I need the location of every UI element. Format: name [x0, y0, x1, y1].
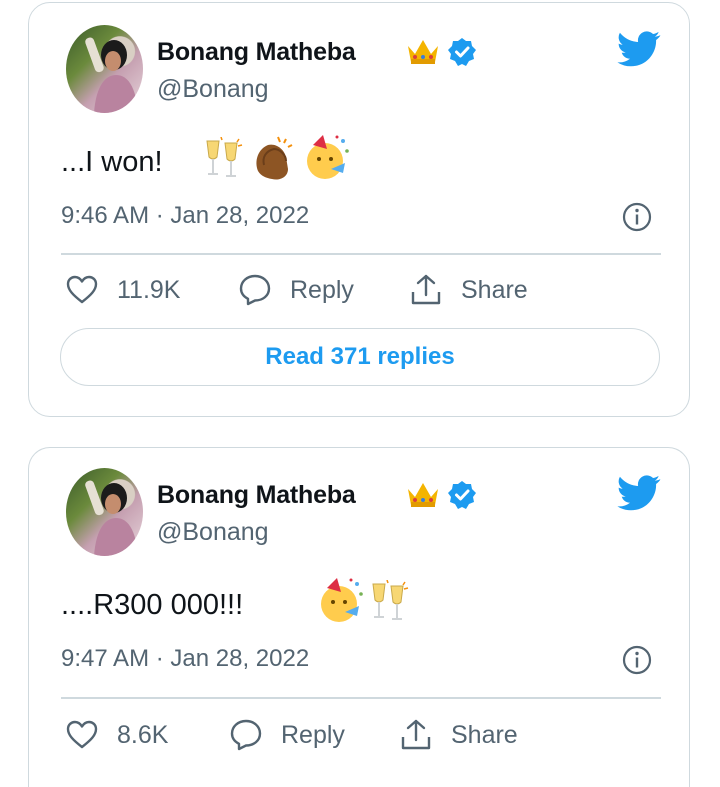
like-count: 11.9K: [117, 275, 181, 304]
twitter-bird-icon[interactable]: [617, 475, 661, 511]
user-handle[interactable]: @Bonang: [157, 518, 269, 547]
reply-label: Reply: [281, 720, 345, 749]
tweet-text: ...I won!: [61, 146, 163, 178]
display-name[interactable]: Bonang Matheba: [157, 38, 356, 67]
divider: [61, 253, 661, 255]
share-label: Share: [451, 720, 518, 749]
display-name[interactable]: Bonang Matheba: [157, 481, 356, 510]
avatar[interactable]: [66, 25, 143, 113]
verified-badge-icon: [448, 38, 476, 66]
like-count: 8.6K: [117, 720, 169, 749]
info-icon[interactable]: [622, 202, 652, 232]
clapping-hands-icon: [256, 136, 293, 180]
party-face-icon: [321, 578, 363, 622]
tweet-text: ....R300 000!!!: [61, 589, 244, 621]
divider: [61, 697, 661, 699]
user-handle[interactable]: @Bonang: [157, 75, 269, 104]
reply-bubble-icon: [239, 274, 271, 306]
heart-icon: [66, 720, 98, 749]
tweet-timestamp[interactable]: 9:46 AM · Jan 28, 2022: [61, 202, 309, 230]
like-button[interactable]: 8.6K: [65, 718, 168, 752]
tweet-timestamp[interactable]: 9:47 AM · Jan 28, 2022: [61, 645, 309, 673]
crown-emoji-icon: [408, 483, 438, 507]
reply-button[interactable]: Reply: [229, 718, 345, 752]
clinking-glasses-icon: [372, 580, 409, 620]
twitter-bird-icon[interactable]: [617, 31, 661, 67]
share-button[interactable]: Share: [399, 718, 518, 752]
share-icon: [401, 719, 431, 750]
heart-icon: [66, 275, 98, 304]
share-icon: [411, 274, 441, 305]
reply-button[interactable]: Reply: [238, 273, 354, 307]
tweet-card[interactable]: Bonang Matheba @Bonang ....R300 000!!! 9…: [28, 447, 690, 787]
read-replies-button[interactable]: Read 371 replies: [60, 328, 660, 386]
reply-bubble-icon: [230, 719, 262, 751]
verified-badge-icon: [448, 481, 476, 509]
share-button[interactable]: Share: [409, 273, 528, 307]
tweet-card[interactable]: Bonang Matheba @Bonang ...I won! 9:46 AM…: [28, 2, 690, 417]
share-label: Share: [461, 275, 528, 304]
crown-emoji-icon: [408, 40, 438, 64]
avatar[interactable]: [66, 468, 143, 556]
party-face-icon: [307, 135, 349, 179]
clinking-glasses-icon: [206, 137, 243, 177]
like-button[interactable]: 11.9K: [65, 273, 180, 307]
reply-label: Reply: [290, 275, 354, 304]
info-icon[interactable]: [622, 645, 652, 675]
